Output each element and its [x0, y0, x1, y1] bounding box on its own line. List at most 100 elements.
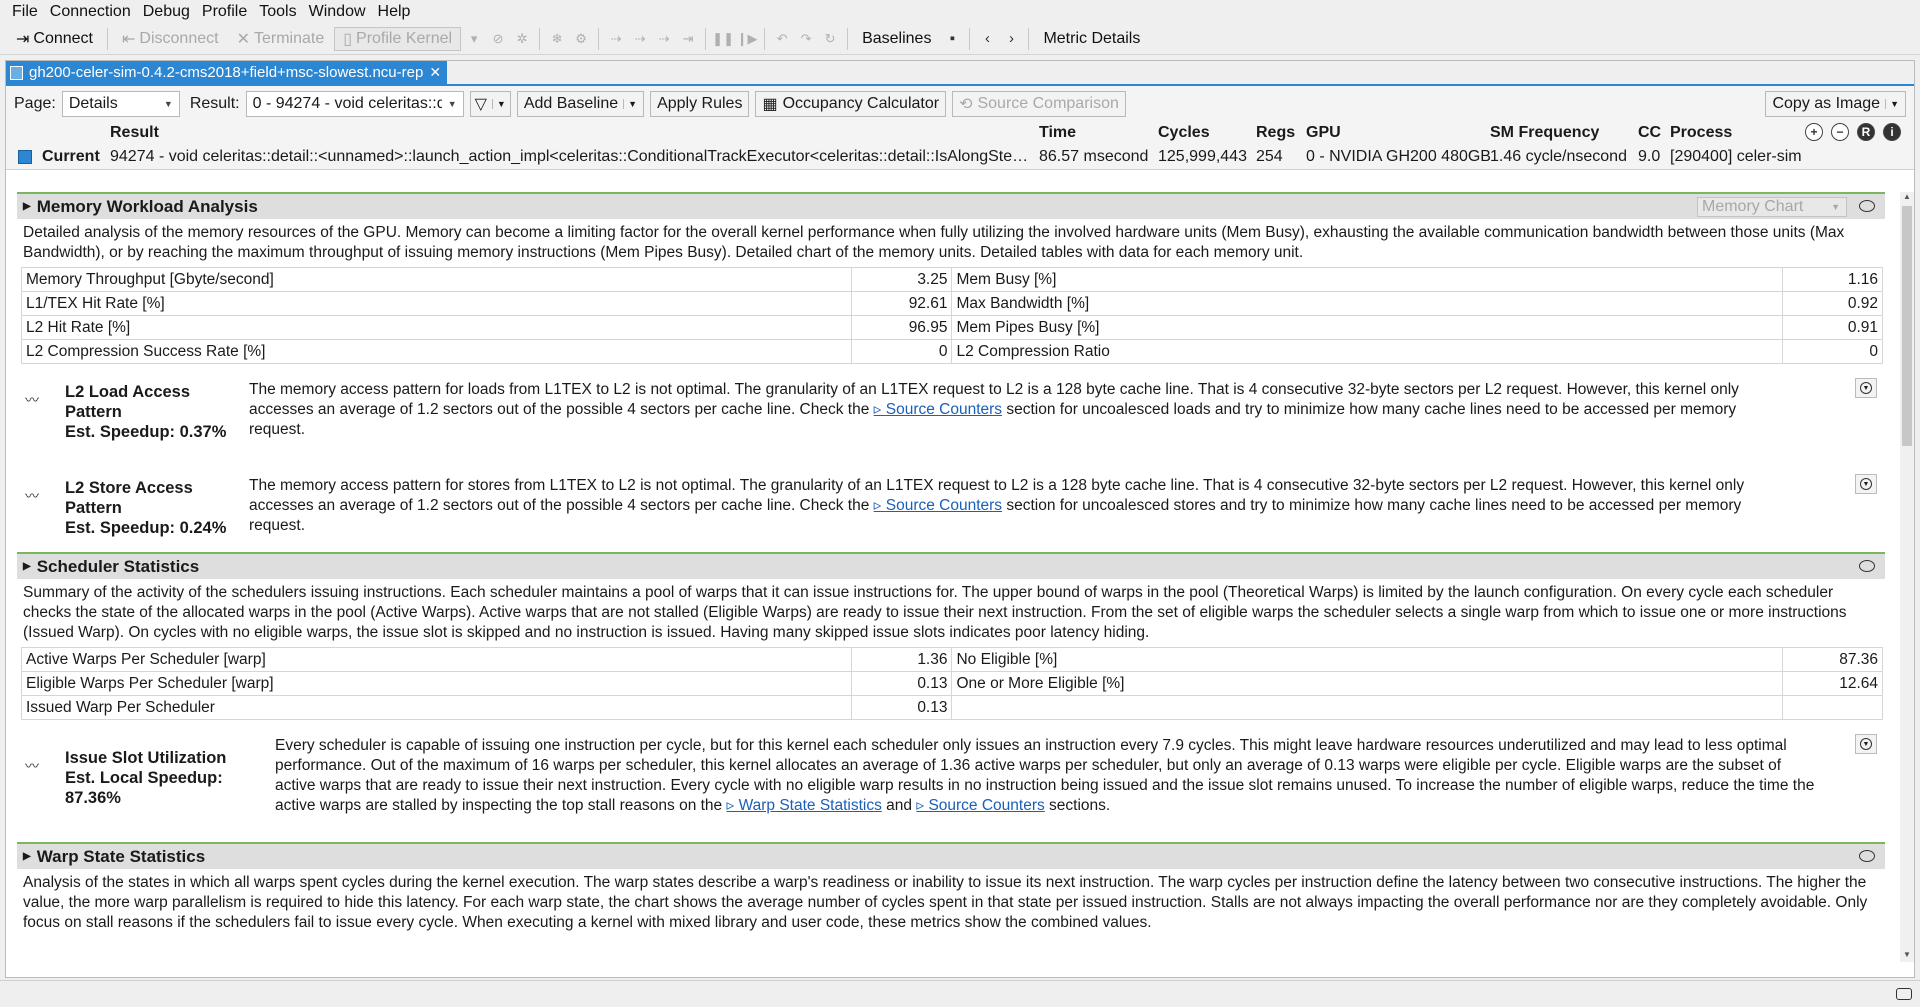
expand-triangle-icon[interactable]: ▶	[23, 851, 31, 862]
settings-icon[interactable]: ✲	[511, 28, 533, 50]
filter-button[interactable]: ▽ ▼	[469, 91, 511, 117]
section-memory-workload-header[interactable]: ▶ Memory Workload Analysis Memory Chart …	[17, 192, 1885, 219]
cancel-icon[interactable]: ⊘	[487, 28, 509, 50]
profile-kernel-dropdown-icon[interactable]: ▾	[463, 28, 485, 50]
header-result: Result	[110, 124, 159, 141]
step-kernel-icon[interactable]: ⇢	[629, 28, 651, 50]
comment-icon[interactable]	[1859, 560, 1875, 572]
current-regs: 254	[1256, 147, 1283, 165]
menu-window[interactable]: Window	[303, 0, 372, 23]
scroll-down-icon[interactable]: ▼	[1900, 950, 1914, 962]
step-range-icon[interactable]: ⇢	[653, 28, 675, 50]
rule-title: Issue Slot Utilization	[65, 749, 227, 767]
chevron-right-icon[interactable]: ›	[1000, 28, 1022, 50]
rule-l2-store-access-pattern: 〰 L2 Store Access Pattern Est. Speedup: …	[17, 460, 1885, 552]
menu-tools[interactable]: Tools	[253, 0, 302, 23]
current-cycles: 125,999,443	[1158, 147, 1247, 165]
collapse-all-icon[interactable]: −	[1831, 123, 1849, 141]
metric-details-button[interactable]: Metric Details	[1035, 27, 1148, 51]
baselines-button[interactable]: Baselines	[854, 27, 939, 51]
chevron-down-icon: ▼	[1860, 738, 1872, 750]
source-counters-link[interactable]: ▹ Source Counters	[916, 797, 1044, 814]
menu-help[interactable]: Help	[372, 0, 417, 23]
disconnect-button[interactable]: ⇤ Disconnect	[114, 27, 227, 51]
menu-connection[interactable]: Connection	[44, 0, 137, 23]
table-row: Memory Throughput [Gbyte/second] 3.25 Mem…	[20, 267, 1884, 292]
redo-icon[interactable]: ↷	[795, 28, 817, 50]
comment-icon[interactable]	[1859, 850, 1875, 862]
current-cc: 9.0	[1638, 147, 1661, 165]
chevron-left-icon[interactable]: ‹	[976, 28, 998, 50]
info-icon[interactable]: i	[1883, 123, 1901, 141]
menu-profile[interactable]: Profile	[196, 0, 253, 23]
toolbar: ⇥ Connect ⇤ Disconnect ✕ Terminate ▯ Pro…	[0, 23, 1920, 55]
gear-icon[interactable]: ⚙	[570, 28, 592, 50]
chevron-down-icon: ▼	[1860, 478, 1872, 490]
rule-expand-button[interactable]: ▼	[1855, 378, 1877, 398]
report-tab[interactable]: gh200-celer-sim-0.4.2-cms2018+field+msc-…	[6, 61, 448, 84]
calculator-icon: ▦	[762, 96, 778, 113]
scroll-up-icon[interactable]: ▲	[1900, 192, 1914, 204]
table-row: Issued Warp Per Scheduler 0.13	[20, 695, 1884, 720]
step-api-icon[interactable]: ⇢	[605, 28, 627, 50]
refresh-icon[interactable]: ↻	[819, 28, 841, 50]
baseline-pin-icon[interactable]: ▪	[941, 28, 963, 50]
rules-icon[interactable]: R	[1857, 123, 1875, 141]
menu-file[interactable]: File	[6, 0, 44, 23]
copy-as-image-button[interactable]: Copy as Image ▼	[1765, 91, 1906, 117]
comment-icon[interactable]	[1859, 200, 1875, 212]
current-time: 86.57 msecond	[1039, 147, 1149, 165]
profile-kernel-button[interactable]: ▯ Profile Kernel	[334, 26, 462, 51]
vertical-scrollbar[interactable]: ▲ ▼	[1900, 192, 1914, 962]
rule-expand-button[interactable]: ▼	[1855, 474, 1877, 494]
rule-text: Every scheduler is capable of issuing on…	[275, 737, 1815, 814]
feedback-icon[interactable]	[1896, 988, 1912, 1000]
section-scheduler-statistics-header[interactable]: ▶ Scheduler Statistics	[17, 552, 1885, 579]
pause-icon[interactable]: ❚❚	[712, 28, 734, 50]
source-counters-link[interactable]: ▹ Source Counters	[874, 497, 1002, 514]
table-row: L2 Hit Rate [%] 96.95 Mem Pipes Busy [%] 0…	[20, 315, 1884, 340]
result-label: Result:	[189, 95, 240, 112]
chart-line-icon: 〰	[25, 758, 39, 774]
rule-expand-button[interactable]: ▼	[1855, 734, 1877, 754]
result-select[interactable]: 0 - 94274 - void celeritas::de ▼	[245, 91, 464, 117]
apply-rules-button[interactable]: Apply Rules	[650, 91, 750, 117]
expand-triangle-icon[interactable]: ▶	[23, 561, 31, 572]
undo-icon[interactable]: ↶	[771, 28, 793, 50]
toolbar-separator	[107, 27, 108, 50]
chevron-down-icon: ▼	[1860, 382, 1872, 394]
expand-all-icon[interactable]: +	[1805, 123, 1823, 141]
resume-icon[interactable]: ❙▶	[736, 28, 758, 50]
terminate-button[interactable]: ✕ Terminate	[229, 27, 333, 51]
source-comparison-button[interactable]: ⟲ Source Comparison	[952, 91, 1126, 117]
close-tab-icon[interactable]: ✕	[429, 64, 441, 81]
disconnect-icon: ⇤	[122, 30, 136, 48]
page-select[interactable]: Details ▼	[61, 91, 180, 117]
chevron-down-icon[interactable]: ▼	[623, 99, 637, 109]
header-regs: Regs	[1256, 124, 1296, 141]
menu-debug[interactable]: Debug	[137, 0, 196, 23]
expand-triangle-icon[interactable]: ▶	[23, 201, 31, 212]
warp-state-statistics-link[interactable]: ▹ Warp State Statistics	[726, 797, 881, 814]
rule-title: L2 Load Access Pattern	[65, 383, 191, 421]
run-to-end-icon[interactable]: ⇥	[677, 28, 699, 50]
scrollbar-thumb[interactable]	[1902, 206, 1912, 446]
current-result-name: 94274 - void celeritas::detail::<unnamed…	[110, 147, 1032, 165]
table-row: L2 Compression Success Rate [%] 0 L2 Comp…	[20, 339, 1884, 364]
memory-chart-select[interactable]: Memory Chart ▼	[1697, 197, 1847, 217]
header-time: Time	[1039, 124, 1077, 141]
rule-l2-load-access-pattern: 〰 L2 Load Access Pattern Est. Speedup: 0…	[17, 364, 1885, 460]
occupancy-calculator-button[interactable]: ▦ Occupancy Calculator	[755, 91, 947, 117]
add-baseline-button[interactable]: Add Baseline ▼	[516, 91, 645, 117]
section-warp-state-statistics-header[interactable]: ▶ Warp State Statistics	[17, 842, 1885, 869]
chevron-down-icon[interactable]: ▼	[1885, 99, 1899, 109]
freeze-icon[interactable]: ❄	[546, 28, 568, 50]
chart-line-icon: 〰	[25, 488, 39, 504]
source-counters-link[interactable]: ▹ Source Counters	[874, 401, 1002, 418]
report-file-icon	[10, 65, 23, 80]
connect-button[interactable]: ⇥ Connect	[8, 27, 101, 51]
toolbar-separator	[969, 27, 971, 50]
scheduler-description: Summary of the activity of the scheduler…	[23, 584, 1847, 641]
current-result-row[interactable]: Current 94274 - void celeritas::detail::…	[6, 144, 1914, 170]
chevron-down-icon: ▼	[1831, 202, 1840, 212]
